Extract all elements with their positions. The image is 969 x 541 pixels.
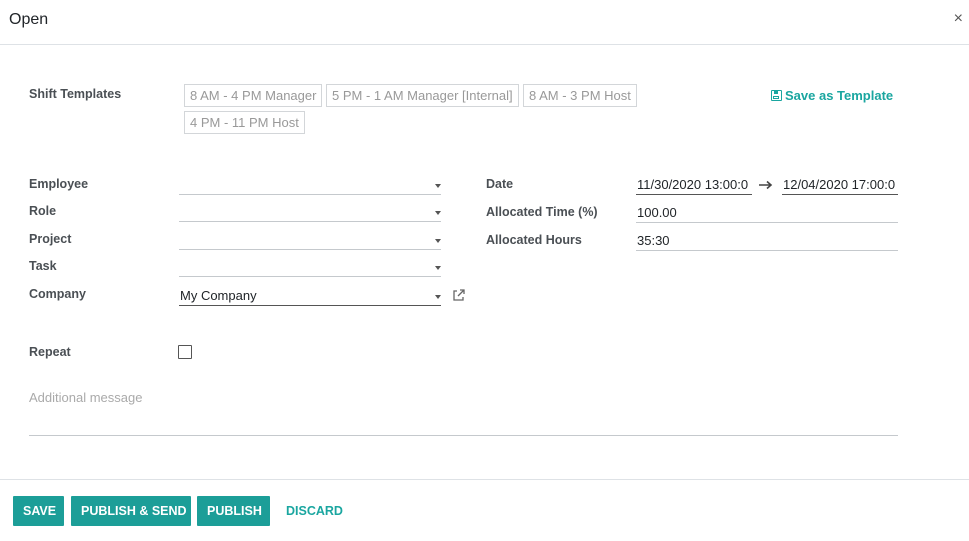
floppy-disk-icon (771, 90, 782, 101)
project-label: Project (29, 232, 72, 246)
employee-label: Employee (29, 177, 89, 191)
publish-send-button[interactable]: PUBLISH & SEND (71, 496, 191, 526)
save-as-template-label: Save as Template (785, 88, 894, 103)
task-select[interactable] (179, 256, 441, 277)
employee-select[interactable] (179, 174, 441, 195)
shift-templates-label: Shift Templates (29, 87, 122, 101)
dialog-title: Open (9, 11, 49, 28)
save-button[interactable]: SAVE (13, 496, 64, 526)
project-select[interactable] (179, 229, 441, 250)
role-label: Role (29, 204, 57, 218)
date-start-input[interactable]: 11/30/2020 13:00:0 (636, 174, 752, 195)
template-chip[interactable]: 5 PM - 1 AM Manager [Internal] (326, 84, 519, 107)
allocated-time-label: Allocated Time (%) (486, 205, 598, 219)
caret-down-icon (435, 211, 441, 215)
caret-down-icon (435, 266, 441, 270)
repeat-checkbox[interactable] (178, 345, 192, 359)
allocated-hours-label: Allocated Hours (486, 233, 582, 247)
caret-down-icon (435, 295, 441, 299)
allocated-hours-value: 35:30 (637, 233, 670, 248)
external-link-icon[interactable] (452, 288, 466, 302)
save-as-template-button[interactable]: Save as Template (771, 88, 893, 103)
caret-down-icon (435, 184, 441, 188)
company-value: My Company (180, 288, 257, 303)
allocated-time-input[interactable]: 100.00 (636, 202, 898, 223)
footer-divider (0, 479, 969, 480)
allocated-time-value: 100.00 (637, 205, 677, 220)
date-label: Date (486, 177, 514, 191)
discard-button[interactable]: DISCARD (276, 496, 350, 526)
template-chip[interactable]: 8 AM - 4 PM Manager (184, 84, 323, 107)
caret-down-icon (435, 239, 441, 243)
arrow-right-icon (759, 180, 773, 190)
close-icon[interactable]: × (954, 10, 963, 28)
date-end-value: 12/04/2020 17:00:0 (783, 177, 896, 192)
allocated-hours-input[interactable]: 35:30 (636, 230, 898, 251)
additional-message-input[interactable]: Additional message (29, 388, 898, 436)
task-label: Task (29, 259, 57, 273)
date-end-input[interactable]: 12/04/2020 17:00:0 (782, 174, 898, 195)
repeat-label: Repeat (29, 345, 71, 359)
template-chip[interactable]: 4 PM - 11 PM Host (184, 111, 305, 134)
dialog-header: Open × (0, 0, 969, 45)
role-select[interactable] (179, 201, 441, 222)
date-start-value: 11/30/2020 13:00:0 (637, 177, 749, 192)
publish-button[interactable]: PUBLISH (197, 496, 270, 526)
template-chip[interactable]: 8 AM - 3 PM Host (523, 84, 637, 107)
company-label: Company (29, 287, 86, 301)
company-select[interactable]: My Company (179, 285, 441, 306)
